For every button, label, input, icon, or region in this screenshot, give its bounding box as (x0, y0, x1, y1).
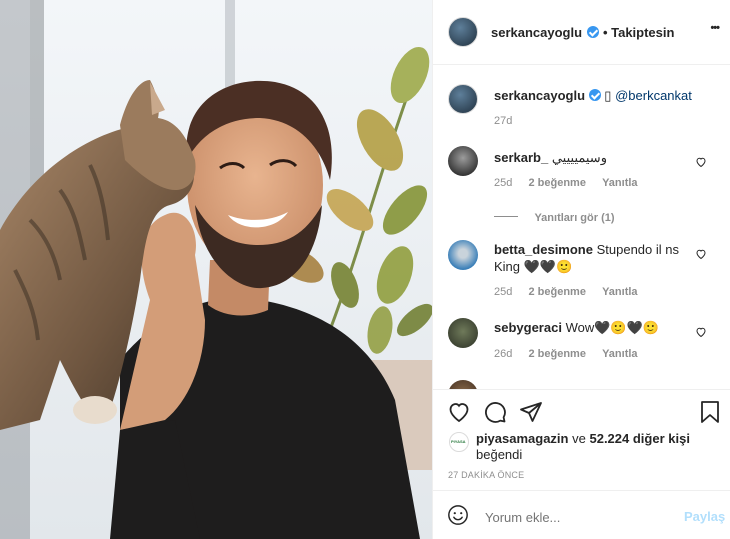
follow-state[interactable]: • Takiptesin (603, 25, 675, 40)
comment-likes[interactable]: 2 beğenme (528, 177, 585, 189)
verified-icon (588, 89, 601, 101)
author-username[interactable]: serkancayoglu (491, 25, 582, 40)
comment-text: betta_desimone Stupendo il ns King 🖤🖤🙂 (494, 241, 689, 275)
comment-username[interactable]: serkarb_ (494, 150, 548, 165)
likes-summary: piyasamagazin ve 52.224 diğer kişi beğen… (476, 431, 716, 463)
view-replies-label: Yanıtları gör (1) (534, 212, 615, 224)
comment-text: serkarb_ وسيمييييي (494, 149, 704, 166)
comment-body: Wow🖤🙂🖤🙂 (565, 320, 659, 335)
composer-divider (433, 490, 730, 491)
comment-time[interactable]: 26d (494, 348, 512, 360)
post-header: serkancayoglu • Takiptesin ••• (433, 0, 730, 64)
like-heart-icon[interactable] (447, 400, 471, 424)
emoji-smiley-icon[interactable] (447, 504, 469, 526)
share-paper-plane-icon[interactable] (519, 400, 543, 424)
verified-icon (586, 26, 599, 38)
comment-like-icon[interactable] (695, 156, 707, 168)
caption-mention-link[interactable]: @berkcankat (615, 88, 692, 103)
comment-body: وسيمييييي (551, 150, 607, 165)
comment-like-icon[interactable] (695, 326, 707, 338)
comment-time[interactable]: 25d (494, 177, 512, 189)
post-timestamp[interactable]: 27 DAKİKA ÖNCE (448, 470, 524, 480)
comment-username[interactable]: sebygeraci (494, 320, 562, 335)
likes-count-link[interactable]: 52.224 diğer kişi (589, 431, 689, 446)
caption-text: serkancayoglu ▯ @berkcankat (494, 87, 719, 104)
post-side-panel: serkancayoglu • Takiptesin ••• serkancay… (432, 0, 730, 539)
replies-line (494, 216, 518, 218)
comment-likes[interactable]: 2 beğenme (528, 286, 585, 298)
post-photo[interactable] (0, 0, 432, 539)
post-comment-button[interactable]: Paylaş (684, 509, 725, 524)
view-replies-button[interactable]: Yanıtları gör (1) (494, 208, 615, 226)
post-photo-illustration (0, 0, 432, 539)
comment-input[interactable] (483, 506, 677, 528)
comment-meta: 25d 2 beğenme Yanıtla (494, 286, 638, 298)
header-user-line: serkancayoglu • Takiptesin (491, 24, 674, 42)
reply-button[interactable]: Yanıtla (602, 177, 637, 189)
caption-avatar[interactable] (448, 84, 478, 114)
reply-button[interactable]: Yanıtla (602, 286, 637, 298)
comment-time[interactable]: 25d (494, 286, 512, 298)
comment-meta: 26d 2 beğenme Yanıtla (494, 348, 638, 360)
caption-emoji: ▯ (604, 88, 612, 103)
caption-time[interactable]: 27d (494, 115, 512, 127)
commenter-avatar[interactable] (448, 146, 478, 176)
caption-username[interactable]: serkancayoglu (494, 88, 585, 103)
comment-meta: 25d 2 beğenme Yanıtla (494, 177, 638, 189)
likes-suffix: beğendi (476, 447, 523, 462)
actions-divider (433, 389, 730, 390)
liker-avatar-logo: PIYASA (451, 439, 466, 444)
likes-connector: ve (572, 431, 586, 446)
save-bookmark-icon[interactable] (699, 400, 721, 424)
comment-bubble-icon[interactable] (483, 400, 507, 424)
author-avatar[interactable] (448, 17, 478, 47)
commenter-avatar[interactable] (448, 318, 478, 348)
comment-text: sebygeraci Wow🖤🙂🖤🙂 (494, 319, 689, 336)
liker-username[interactable]: piyasamagazin (476, 431, 569, 446)
reply-button[interactable]: Yanıtla (602, 348, 637, 360)
liker-avatar[interactable]: PIYASA (449, 432, 469, 452)
more-options-icon[interactable]: ••• (710, 22, 720, 34)
comments-list[interactable]: serkancayoglu ▯ @berkcankat 27d serkarb_… (433, 65, 730, 389)
comment-like-icon[interactable] (695, 248, 707, 260)
comment-likes[interactable]: 2 beğenme (528, 348, 585, 360)
commenter-avatar[interactable] (448, 240, 478, 270)
comment-username[interactable]: betta_desimone (494, 242, 593, 257)
commenter-avatar[interactable] (448, 380, 478, 389)
